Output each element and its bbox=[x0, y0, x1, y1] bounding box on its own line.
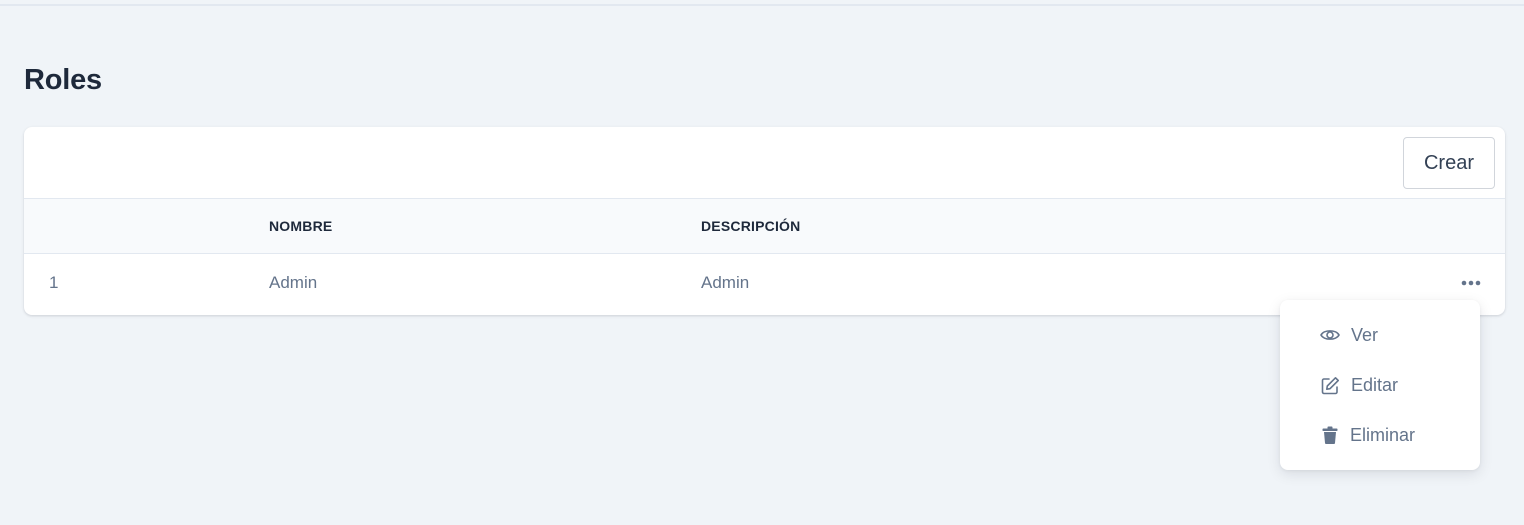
row-actions-menu: Ver Editar Eliminar bbox=[1280, 300, 1480, 470]
table-toolbar: Crear bbox=[24, 127, 1505, 199]
menu-item-label: Eliminar bbox=[1350, 424, 1416, 445]
more-horizontal-icon[interactable] bbox=[1459, 273, 1483, 293]
edit-icon bbox=[1320, 375, 1340, 395]
menu-item-view[interactable]: Ver bbox=[1280, 313, 1480, 357]
table-header-row: NOMBRE DESCRIPCIÓN bbox=[24, 199, 1505, 254]
menu-item-edit[interactable]: Editar bbox=[1280, 363, 1480, 407]
menu-item-delete[interactable]: Eliminar bbox=[1280, 413, 1480, 457]
trash-icon bbox=[1320, 425, 1340, 445]
cell-id: 1 bbox=[49, 273, 59, 292]
menu-item-label: Ver bbox=[1351, 324, 1379, 345]
menu-item-label: Editar bbox=[1351, 374, 1399, 395]
column-header-name: NOMBRE bbox=[269, 218, 333, 234]
page-title: Roles bbox=[24, 64, 102, 96]
cell-description: Admin bbox=[701, 273, 750, 292]
column-header-description: DESCRIPCIÓN bbox=[701, 218, 801, 234]
cell-name: Admin bbox=[269, 273, 318, 292]
eye-icon bbox=[1320, 325, 1340, 345]
create-button[interactable]: Crear bbox=[1403, 137, 1495, 189]
header-divider bbox=[0, 0, 1524, 6]
roles-table-card: Crear NOMBRE DESCRIPCIÓN 1 Admin Admin bbox=[24, 127, 1505, 315]
